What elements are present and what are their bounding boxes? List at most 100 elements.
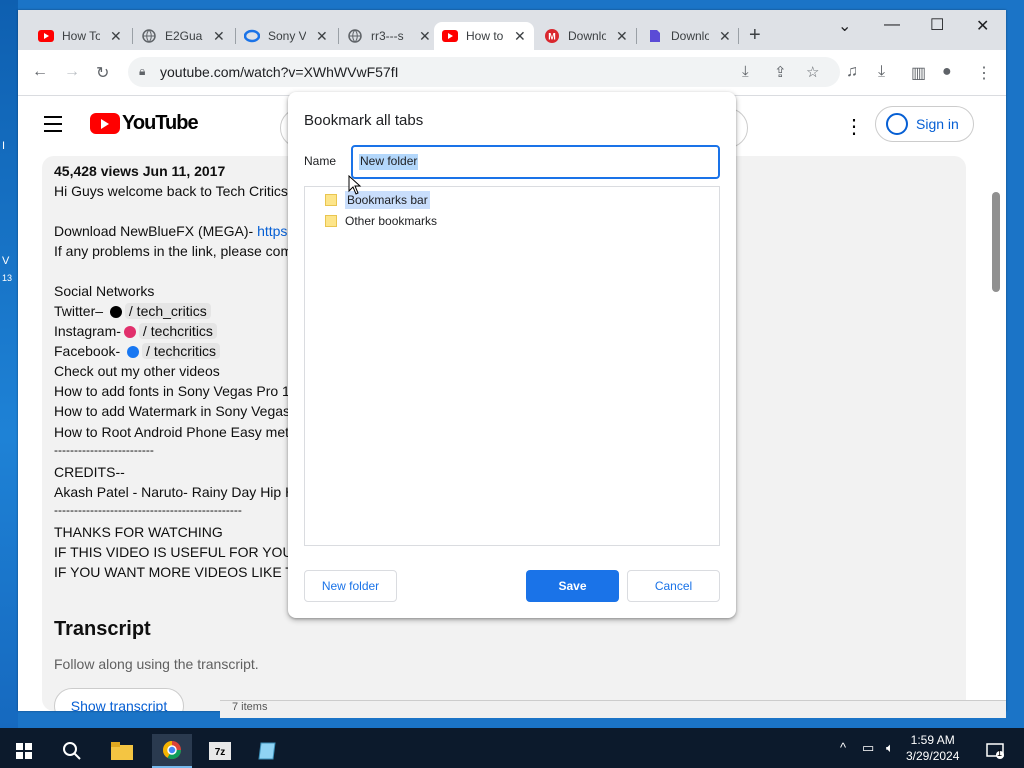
search-icon[interactable] [52, 734, 92, 768]
bookmark-all-tabs-dialog: Bookmark all tabs Name New folder Bookma… [288, 92, 736, 618]
description-line: ------------------------- [54, 443, 154, 457]
chrome-taskbar-icon[interactable] [152, 734, 192, 768]
notification-count: 1 [997, 748, 1003, 758]
folder-name-value[interactable]: New folder [359, 154, 419, 170]
7zip-icon[interactable]: 7z [200, 734, 240, 768]
description-line: Hi Guys welcome back to Tech Critics [54, 183, 288, 199]
sign-in-button[interactable]: Sign in [875, 106, 974, 142]
description-line: Akash Patel - Naruto- Rainy Day Hip H [54, 484, 296, 500]
browser-tab[interactable]: How To ✕ [30, 22, 133, 50]
address-bar[interactable]: 🔒︎ youtube.com/watch?v=XWhWVwF57fI ⤓ ⇪ ☆ [128, 57, 840, 87]
description-line: How to add Watermark in Sony Vegas [54, 403, 291, 419]
app-icon[interactable] [248, 734, 288, 768]
description-line: How to Root Android Phone Easy met [54, 424, 290, 440]
mega-icon: M [544, 28, 560, 44]
instagram-icon [123, 326, 136, 339]
lock-icon[interactable]: 🔒︎ [139, 64, 145, 79]
tab-strip: How To ✕ E2Guar ✕ Sony V ✕ rr3---s ✕ How… [18, 10, 1006, 50]
browser-tab[interactable]: Downlo ✕ [639, 22, 739, 50]
tab-title: How To [62, 29, 100, 43]
close-tab-icon[interactable]: ✕ [616, 28, 628, 45]
reload-icon[interactable]: ↻ [96, 63, 109, 83]
description-line: If any problems in the link, please com [54, 243, 293, 259]
folder-label: Other bookmarks [345, 214, 438, 228]
svg-text:M: M [548, 32, 556, 42]
media-control-icon[interactable]: ♫ [846, 63, 858, 81]
browser-tab[interactable]: rr3---s ✕ [339, 22, 442, 50]
tab-title: How to [466, 29, 504, 43]
description-line: Check out my other videos [54, 363, 220, 379]
browser-tab[interactable]: M Downlo ✕ [536, 22, 637, 50]
folder-bookmarks-bar[interactable]: Bookmarks bar [325, 191, 430, 209]
facebook-icon [127, 346, 140, 359]
tab-title: Sony V [268, 29, 306, 43]
downloads-icon[interactable]: ⤓ [878, 63, 885, 81]
sony-vegas-icon [244, 28, 260, 44]
document-icon [647, 28, 663, 44]
youtube-play-icon [90, 113, 120, 134]
browser-toolbar: ← → ↻ 🔒︎ youtube.com/watch?v=XWhWVwF57fI… [18, 50, 1006, 96]
new-folder-button[interactable]: New folder [304, 570, 397, 602]
tab-title: Downlo [568, 29, 606, 43]
url-text[interactable]: youtube.com/watch?v=XWhWVwF57fI [160, 64, 399, 80]
description-line: Download NewBlueFX (MEGA)- https:/ [54, 223, 296, 239]
mouse-cursor-icon [348, 175, 362, 195]
system-clock[interactable]: 1:59 AM 3/29/2024 [906, 732, 959, 764]
folder-icon [325, 215, 337, 227]
close-tab-icon[interactable]: ✕ [419, 28, 431, 45]
show-transcript-button[interactable]: Show transcript [54, 688, 184, 711]
close-tab-icon[interactable]: ✕ [514, 28, 526, 45]
minimize-icon[interactable]: — [884, 16, 900, 34]
facebook-link[interactable]: / techcritics [142, 343, 221, 359]
file-explorer-icon[interactable] [102, 734, 142, 768]
description-line: CREDITS-- [54, 464, 125, 480]
notification-center-icon[interactable]: 1 [980, 734, 1010, 768]
close-tab-icon[interactable]: ✕ [719, 28, 731, 45]
network-icon[interactable]: ▭ [862, 740, 874, 756]
save-button[interactable]: Save [526, 570, 619, 602]
new-tab-button[interactable]: + [749, 24, 761, 47]
description-line: ----------------------------------------… [54, 503, 242, 517]
close-window-icon[interactable]: ✕ [976, 16, 989, 36]
folder-other-bookmarks[interactable]: Other bookmarks [325, 214, 437, 228]
side-panel-icon[interactable]: ▥ [911, 63, 926, 83]
share-icon[interactable]: ⇪ [774, 63, 787, 81]
desktop-icon-label: I [2, 140, 6, 152]
forward-icon[interactable]: → [64, 63, 80, 81]
chrome-menu-icon[interactable]: ⋮ [976, 63, 992, 83]
youtube-icon [442, 28, 458, 44]
clock-time: 1:59 AM [910, 733, 955, 747]
back-icon[interactable]: ← [32, 63, 48, 81]
tray-chevron-icon[interactable]: ^ [840, 740, 846, 755]
close-tab-icon[interactable]: ✕ [316, 28, 328, 45]
browser-tab[interactable]: E2Guar ✕ [133, 22, 236, 50]
cancel-button[interactable]: Cancel [627, 570, 720, 602]
maximize-icon[interactable]: ☐ [930, 15, 944, 35]
tab-search-chevron-icon[interactable]: ⌄ [838, 16, 851, 36]
browser-tab-active[interactable]: How to ✕ [434, 22, 534, 50]
video-stats: 45,428 views Jun 11, 2017 [54, 163, 226, 179]
twitter-link[interactable]: / tech_critics [124, 303, 211, 319]
windows-taskbar: 7z ^ ▭ 🔈︎ 1:59 AM 3/29/2024 1 [0, 728, 1024, 768]
globe-icon [347, 28, 363, 44]
close-tab-icon[interactable]: ✕ [110, 28, 122, 45]
description-line: How to add fonts in Sony Vegas Pro 1 [54, 383, 290, 399]
description-line: IF THIS VIDEO IS USEFUL FOR YOU PL [54, 544, 314, 560]
menu-hamburger-icon[interactable] [44, 116, 62, 137]
page-scrollbar[interactable] [992, 192, 1000, 292]
profile-avatar-icon[interactable]: ● [942, 63, 952, 81]
name-label: Name [304, 154, 337, 168]
description-line: Social Networks [54, 283, 155, 299]
close-tab-icon[interactable]: ✕ [213, 28, 225, 45]
windows-start-icon[interactable] [4, 734, 44, 768]
youtube-logo[interactable]: YouTube [90, 112, 199, 135]
settings-kebab-icon[interactable]: ⋮ [844, 114, 864, 139]
desktop-background: I V 13 [0, 0, 18, 728]
install-app-icon[interactable]: ⤓ [742, 63, 749, 80]
folder-tree[interactable]: Bookmarks bar Other bookmarks [304, 186, 720, 546]
bookmark-star-icon[interactable]: ☆ [806, 63, 819, 81]
browser-tab[interactable]: Sony V ✕ [236, 22, 339, 50]
tab-title: E2Guar [165, 29, 203, 43]
instagram-link[interactable]: / techcritics [138, 323, 217, 339]
volume-muted-icon[interactable]: 🔈︎ [886, 740, 894, 756]
